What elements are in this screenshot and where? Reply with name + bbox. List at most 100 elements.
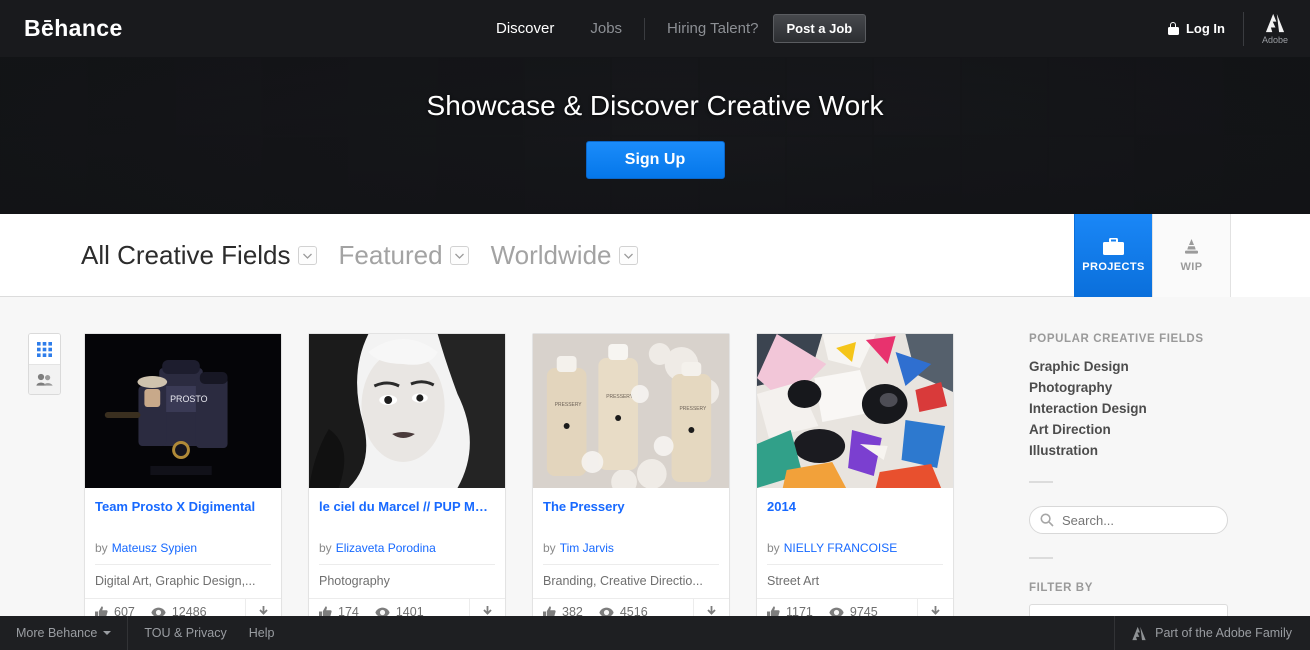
nav-item-discover[interactable]: Discover xyxy=(478,0,572,57)
project-card-body: The Pressery by Tim Jarvis Branding, Crea… xyxy=(533,488,729,598)
hero-title: Showcase & Discover Creative Work xyxy=(426,90,884,121)
project-author-row: by NIELLY FRANCOISE xyxy=(767,541,943,555)
project-fields: Digital Art, Graphic Design,... xyxy=(95,563,271,598)
people-view-button[interactable] xyxy=(29,364,60,394)
project-fields: Branding, Creative Directio... xyxy=(543,563,719,598)
people-view-icon xyxy=(36,373,53,386)
post-a-job-button[interactable]: Post a Job xyxy=(772,14,867,43)
adobe-logo-icon xyxy=(1132,626,1146,640)
project-card[interactable]: PRESSERY PRESSERY PRESSERY The Pressery … xyxy=(532,333,730,627)
project-author-row: by Elizaveta Porodina xyxy=(319,541,495,555)
adobe-family-label: Part of the Adobe Family xyxy=(1155,626,1292,640)
sidebar-divider xyxy=(1029,481,1053,483)
tab-projects[interactable]: PROJECTS xyxy=(1074,214,1152,297)
nav-divider-right xyxy=(1242,11,1244,46)
filter-featured-label: Featured xyxy=(338,240,443,270)
adobe-family-group: Part of the Adobe Family xyxy=(1114,616,1310,650)
tab-wip[interactable]: WIP xyxy=(1152,214,1230,297)
project-author-row: by Mateusz Sypien xyxy=(95,541,271,555)
project-card-grid: PROSTO Team Prosto X Digimental by Mateus… xyxy=(84,333,954,627)
chevron-down-icon[interactable] xyxy=(618,246,638,265)
by-label: by xyxy=(543,540,556,555)
project-fields: Street Art xyxy=(767,563,943,598)
hiring-talent-label[interactable]: Hiring Talent? xyxy=(649,20,772,37)
popular-creative-fields-heading: POPULAR CREATIVE FIELDS xyxy=(1029,333,1204,345)
project-author-link[interactable]: Tim Jarvis xyxy=(560,541,614,555)
footer-bar: More Behance TOU & Privacy Help Part of … xyxy=(0,616,1310,650)
filter-all-creative-fields-label: All Creative Fields xyxy=(81,240,291,270)
project-thumbnail[interactable]: PRESSERY PRESSERY PRESSERY xyxy=(533,334,729,488)
lock-icon xyxy=(1167,22,1179,35)
search-input[interactable] xyxy=(1029,506,1228,534)
filter-by-heading: FILTER BY xyxy=(1029,582,1093,594)
log-in-label: Log In xyxy=(1185,21,1225,36)
footer-link-help[interactable]: Help xyxy=(249,626,275,640)
by-label: by xyxy=(95,540,108,555)
tab-wip-label: WIP xyxy=(1180,261,1203,273)
caret-down-icon xyxy=(103,631,112,635)
footer-divider xyxy=(127,616,129,650)
project-author-link[interactable]: Mateusz Sypien xyxy=(112,541,197,555)
svg-text:PRESSERY: PRESSERY xyxy=(680,406,708,412)
project-title-link[interactable]: le ciel du Marcel // PUP MAG #2 xyxy=(319,499,495,515)
project-card-body: 2014 by NIELLY FRANCOISE Street Art xyxy=(757,488,953,598)
sidebar-search xyxy=(1029,506,1228,534)
project-card-body: le ciel du Marcel // PUP MAG #2 by Elizav… xyxy=(309,488,505,598)
content-type-tabs: PROJECTS WIP xyxy=(1074,214,1310,297)
tab-bar-spacer xyxy=(1230,214,1310,297)
svg-text:PROSTO: PROSTO xyxy=(170,394,207,404)
popular-creative-fields-list: Graphic Design Photography Interaction D… xyxy=(1029,359,1239,458)
project-title-link[interactable]: Team Prosto X Digimental xyxy=(95,499,271,515)
grid-view-icon xyxy=(37,341,52,357)
hero-banner: Showcase & Discover Creative Work Sign U… xyxy=(0,57,1310,214)
project-thumbnail[interactable]: PROSTO xyxy=(85,334,281,488)
svg-text:PRESSERY: PRESSERY xyxy=(606,394,634,400)
sidebar-item-illustration[interactable]: Illustration xyxy=(1029,443,1239,458)
filter-all-creative-fields[interactable]: All Creative Fields xyxy=(81,242,317,268)
view-toggle-group xyxy=(28,333,61,395)
sidebar-item-photography[interactable]: Photography xyxy=(1029,380,1239,395)
filter-worldwide-label: Worldwide xyxy=(490,240,612,270)
nav-right-group: Log In Adobe xyxy=(1167,0,1310,57)
project-card[interactable]: le ciel du Marcel // PUP MAG #2 by Elizav… xyxy=(308,333,506,627)
by-label: by xyxy=(319,540,332,555)
sign-up-button[interactable]: Sign Up xyxy=(585,141,725,179)
by-label: by xyxy=(767,540,780,555)
adobe-label: Adobe xyxy=(1261,34,1288,45)
chevron-down-icon[interactable] xyxy=(297,246,317,265)
grid-view-button[interactable] xyxy=(29,334,60,364)
behance-logo[interactable]: Bēhance xyxy=(24,15,123,42)
filter-bar: All Creative Fields Featured Worldwide P… xyxy=(0,214,1310,297)
sidebar-item-art-direction[interactable]: Art Direction xyxy=(1029,422,1239,437)
filter-featured[interactable]: Featured xyxy=(339,242,469,268)
hero-content: Showcase & Discover Creative Work Sign U… xyxy=(0,57,1310,214)
project-author-link[interactable]: Elizaveta Porodina xyxy=(336,541,436,555)
filter-group: All Creative Fields Featured Worldwide xyxy=(81,242,638,268)
sidebar-item-interaction-design[interactable]: Interaction Design xyxy=(1029,401,1239,416)
project-thumbnail[interactable] xyxy=(309,334,505,488)
log-in-button[interactable]: Log In xyxy=(1167,21,1225,36)
adobe-logo-icon xyxy=(1265,13,1285,32)
right-sidebar: POPULAR CREATIVE FIELDS Graphic Design P… xyxy=(1029,333,1239,634)
project-card[interactable]: PROSTO Team Prosto X Digimental by Mateus… xyxy=(84,333,282,627)
filter-worldwide[interactable]: Worldwide xyxy=(491,242,638,268)
project-title-link[interactable]: 2014 xyxy=(767,499,943,515)
project-card-body: Team Prosto X Digimental by Mateusz Sypie… xyxy=(85,488,281,598)
svg-text:PRESSERY: PRESSERY xyxy=(555,402,583,408)
chevron-down-icon[interactable] xyxy=(449,246,469,265)
sidebar-divider-2 xyxy=(1029,557,1053,559)
main-content: PROSTO Team Prosto X Digimental by Mateus… xyxy=(0,297,1310,650)
project-title-link[interactable]: The Pressery xyxy=(543,499,719,515)
adobe-brand[interactable]: Adobe xyxy=(1262,13,1288,45)
more-behance-label: More Behance xyxy=(16,626,98,640)
project-thumbnail[interactable] xyxy=(757,334,953,488)
nav-divider xyxy=(644,17,646,40)
project-card[interactable]: 2014 byNIELLY FRANCOISE Street Art 1171 xyxy=(756,333,954,627)
search-icon xyxy=(1040,513,1054,532)
footer-link-tou-privacy[interactable]: TOU & Privacy xyxy=(144,626,226,640)
project-author-link[interactable]: NIELLY FRANCOISE xyxy=(784,541,898,555)
more-behance-menu[interactable]: More Behance xyxy=(16,626,112,640)
sidebar-item-graphic-design[interactable]: Graphic Design xyxy=(1029,359,1239,374)
project-author-row: by Tim Jarvis xyxy=(543,541,719,555)
nav-item-jobs[interactable]: Jobs xyxy=(572,0,640,57)
